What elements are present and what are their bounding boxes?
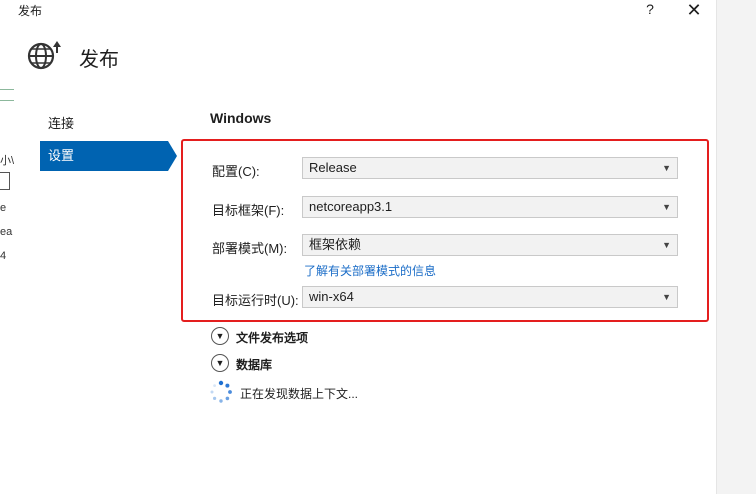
background-text: e	[0, 202, 7, 214]
loading-spinner-icon	[210, 380, 232, 403]
database-expander[interactable]: 数据库	[236, 356, 272, 373]
globe-publish-icon	[27, 41, 61, 70]
close-button[interactable]: ✕	[683, 0, 705, 20]
background-text: 小\	[0, 155, 15, 167]
chevron-down-circle-icon[interactable]: ▼	[211, 354, 229, 372]
chevron-down-icon: ▼	[662, 240, 671, 250]
deployment-mode-value: 框架依赖	[309, 237, 362, 252]
background-text: 4	[0, 250, 7, 262]
chevron-down-icon: ▼	[662, 202, 671, 212]
chevron-down-icon: ▼	[662, 163, 671, 173]
background-window-strip	[0, 0, 15, 494]
sidebar-item-settings[interactable]: 设置	[40, 141, 168, 171]
chevron-down-icon: ▼	[662, 292, 671, 302]
selected-indicator-arrow	[168, 141, 177, 171]
background-divider	[0, 89, 14, 90]
deployment-mode-dropdown[interactable]: 框架依赖 ▼	[302, 234, 678, 256]
deployment-mode-info-link[interactable]: 了解有关部署模式的信息	[304, 262, 436, 279]
page-title: 发布	[79, 49, 119, 71]
target-framework-value: netcoreapp3.1	[309, 199, 393, 214]
chevron-down-circle-icon[interactable]: ▼	[211, 327, 229, 345]
deployment-mode-label: 部署模式(M):	[212, 241, 288, 256]
background-text: ea	[0, 226, 13, 238]
target-runtime-value: win-x64	[309, 289, 354, 304]
configuration-value: Release	[309, 160, 357, 175]
configuration-dropdown[interactable]: Release ▼	[302, 157, 678, 179]
window-title: 发布	[18, 4, 43, 18]
loading-status-text: 正在发现数据上下文...	[240, 387, 359, 401]
background-pencil-icon	[0, 172, 10, 190]
help-button[interactable]: ?	[640, 1, 660, 19]
sidebar-item-connect[interactable]: 连接	[40, 109, 168, 139]
target-runtime-dropdown[interactable]: win-x64 ▼	[302, 286, 678, 308]
target-framework-dropdown[interactable]: netcoreapp3.1 ▼	[302, 196, 678, 218]
background-divider	[0, 100, 14, 101]
section-title: Windows	[210, 110, 272, 126]
configuration-label: 配置(C):	[212, 164, 260, 179]
right-background-pane	[716, 0, 756, 494]
target-runtime-label: 目标运行时(U):	[212, 293, 299, 308]
file-publish-options-expander[interactable]: 文件发布选项	[236, 329, 308, 346]
target-framework-label: 目标框架(F):	[212, 203, 285, 218]
